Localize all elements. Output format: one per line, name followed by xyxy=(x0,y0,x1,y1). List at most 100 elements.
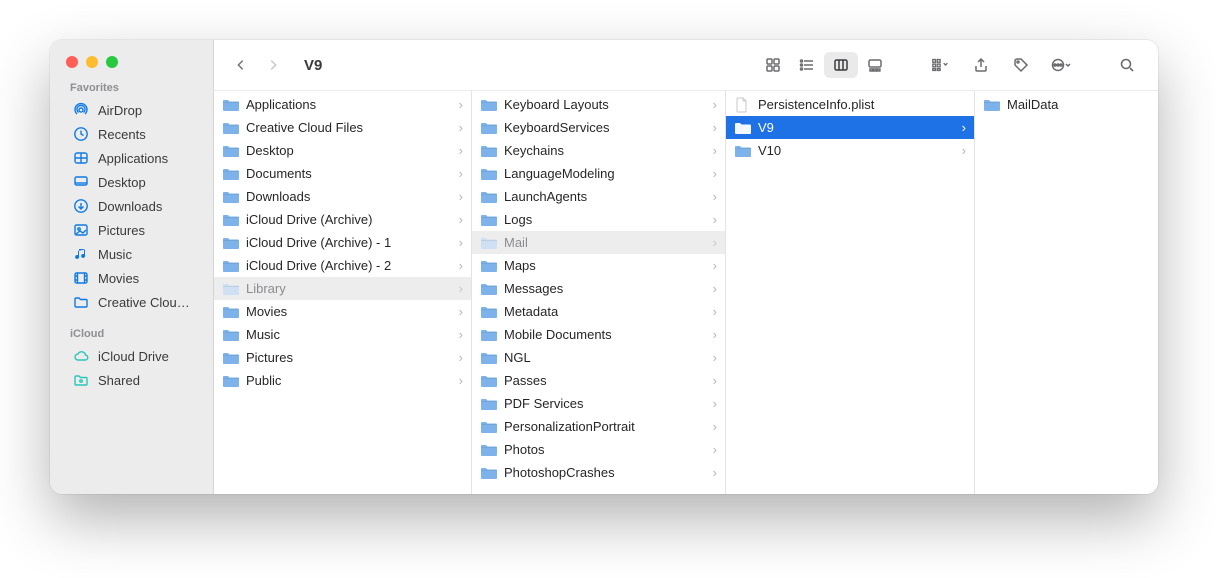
folder-icon xyxy=(480,350,498,366)
chevron-right-icon: › xyxy=(713,327,719,342)
file-name: Pictures xyxy=(246,350,453,365)
file-row[interactable]: iCloud Drive (Archive) - 2› xyxy=(214,254,471,277)
sidebar-item-movies[interactable]: Movies xyxy=(50,266,213,290)
folder-icon xyxy=(72,293,90,311)
chevron-right-icon: › xyxy=(459,189,465,204)
file-name: MailData xyxy=(1007,97,1152,112)
file-row[interactable]: KeyboardServices› xyxy=(472,116,725,139)
chevron-right-icon: › xyxy=(713,189,719,204)
view-list-button[interactable] xyxy=(790,52,824,78)
folder-icon xyxy=(222,189,240,205)
chevron-right-icon: › xyxy=(713,419,719,434)
file-row[interactable]: iCloud Drive (Archive) - 1› xyxy=(214,231,471,254)
file-name: NGL xyxy=(504,350,707,365)
sidebar-item-label: Creative Clou… xyxy=(98,295,190,310)
file-row[interactable]: Creative Cloud Files› xyxy=(214,116,471,139)
zoom-button[interactable] xyxy=(106,56,118,68)
column-3[interactable]: MailData xyxy=(975,91,1158,494)
folder-icon xyxy=(222,120,240,136)
folder-icon xyxy=(480,304,498,320)
column-1[interactable]: Keyboard Layouts›KeyboardServices›Keycha… xyxy=(472,91,726,494)
file-name: Mobile Documents xyxy=(504,327,707,342)
chevron-right-icon: › xyxy=(713,281,719,296)
sidebar-item-label: Shared xyxy=(98,373,140,388)
sidebar-item-airdrop[interactable]: AirDrop xyxy=(50,98,213,122)
file-row[interactable]: LaunchAgents› xyxy=(472,185,725,208)
airdrop-icon xyxy=(72,101,90,119)
file-row[interactable]: PersonalizationPortrait› xyxy=(472,415,725,438)
sidebar-item-pictures[interactable]: Pictures xyxy=(50,218,213,242)
chevron-right-icon: › xyxy=(459,212,465,227)
pictures-icon xyxy=(72,221,90,239)
share-button[interactable] xyxy=(964,51,998,79)
file-row[interactable]: Metadata› xyxy=(472,300,725,323)
file-row[interactable]: Documents› xyxy=(214,162,471,185)
folder-icon xyxy=(222,373,240,389)
action-button[interactable] xyxy=(1044,51,1078,79)
file-row[interactable]: Movies› xyxy=(214,300,471,323)
file-row[interactable]: Passes› xyxy=(472,369,725,392)
file-row[interactable]: Keyboard Layouts› xyxy=(472,93,725,116)
apps-icon xyxy=(72,149,90,167)
view-icon-button[interactable] xyxy=(756,52,790,78)
file-row[interactable]: Applications› xyxy=(214,93,471,116)
file-row[interactable]: Mail› xyxy=(472,231,725,254)
file-row[interactable]: NGL› xyxy=(472,346,725,369)
sidebar-item-icloud-drive[interactable]: iCloud Drive xyxy=(50,344,213,368)
file-name: Desktop xyxy=(246,143,453,158)
finder-window: Favorites AirDrop Recents Applications D… xyxy=(50,40,1158,494)
file-row[interactable]: PDF Services› xyxy=(472,392,725,415)
sidebar-item-music[interactable]: Music xyxy=(50,242,213,266)
file-name: Music xyxy=(246,327,453,342)
movies-icon xyxy=(72,269,90,287)
chevron-right-icon: › xyxy=(459,304,465,319)
folder-icon xyxy=(222,166,240,182)
cloud-icon xyxy=(72,347,90,365)
file-name: Public xyxy=(246,373,453,388)
sidebar-item-label: Applications xyxy=(98,151,168,166)
tags-button[interactable] xyxy=(1004,51,1038,79)
file-row[interactable]: PhotoshopCrashes› xyxy=(472,461,725,484)
column-2[interactable]: PersistenceInfo.plist V9›V10› xyxy=(726,91,975,494)
file-row[interactable]: Public› xyxy=(214,369,471,392)
view-column-button[interactable] xyxy=(824,52,858,78)
search-button[interactable] xyxy=(1110,51,1144,79)
sidebar-item-recents[interactable]: Recents xyxy=(50,122,213,146)
file-row[interactable]: V10› xyxy=(726,139,974,162)
file-row[interactable]: Logs› xyxy=(472,208,725,231)
back-button[interactable] xyxy=(226,51,256,79)
file-row[interactable]: LanguageModeling› xyxy=(472,162,725,185)
file-row[interactable]: PersistenceInfo.plist xyxy=(726,93,974,116)
view-gallery-button[interactable] xyxy=(858,52,892,78)
chevron-right-icon: › xyxy=(713,373,719,388)
sidebar-item-applications[interactable]: Applications xyxy=(50,146,213,170)
folder-icon xyxy=(734,120,752,136)
file-row[interactable]: Desktop› xyxy=(214,139,471,162)
sidebar-item-desktop[interactable]: Desktop xyxy=(50,170,213,194)
minimize-button[interactable] xyxy=(86,56,98,68)
file-row[interactable]: Photos› xyxy=(472,438,725,461)
file-row[interactable]: Downloads› xyxy=(214,185,471,208)
group-by-button[interactable] xyxy=(924,51,958,79)
file-row[interactable]: iCloud Drive (Archive)› xyxy=(214,208,471,231)
file-row[interactable]: Messages› xyxy=(472,277,725,300)
file-row[interactable]: V9› xyxy=(726,116,974,139)
file-row[interactable]: Library› xyxy=(214,277,471,300)
sidebar-item-creative-cloud[interactable]: Creative Clou… xyxy=(50,290,213,314)
forward-button[interactable] xyxy=(258,51,288,79)
file-name: PDF Services xyxy=(504,396,707,411)
sidebar-item-shared[interactable]: Shared xyxy=(50,368,213,392)
folder-icon xyxy=(480,465,498,481)
file-name: PersistenceInfo.plist xyxy=(758,97,968,112)
file-row[interactable]: Music› xyxy=(214,323,471,346)
file-row[interactable]: MailData xyxy=(975,93,1158,116)
folder-icon xyxy=(222,212,240,228)
file-row[interactable]: Keychains› xyxy=(472,139,725,162)
column-0[interactable]: Applications›Creative Cloud Files›Deskto… xyxy=(214,91,472,494)
file-row[interactable]: Pictures› xyxy=(214,346,471,369)
close-button[interactable] xyxy=(66,56,78,68)
sidebar-item-downloads[interactable]: Downloads xyxy=(50,194,213,218)
file-row[interactable]: Maps› xyxy=(472,254,725,277)
file-row[interactable]: Mobile Documents › xyxy=(472,323,725,346)
file-name: Applications xyxy=(246,97,453,112)
